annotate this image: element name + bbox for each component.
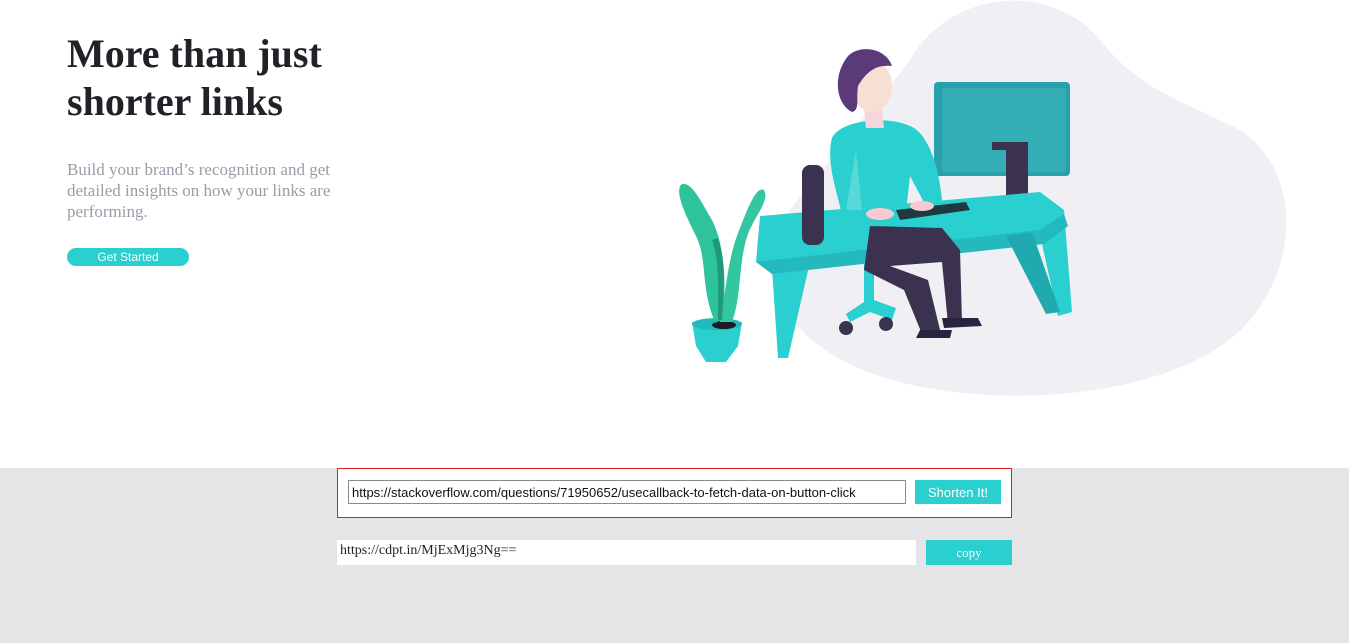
hero-section: More than just shorter links Build your … (0, 0, 1349, 468)
chair-back (802, 165, 824, 245)
hero-subtitle: Build your brand’s recognition and get d… (67, 160, 331, 221)
shortener-section: Shorten It! https://cdpt.in/MjExMjg3Ng==… (0, 468, 1349, 643)
hero-text: More than just shorter links Build your … (67, 30, 367, 222)
result-row: https://cdpt.in/MjExMjg3Ng== copy (337, 540, 1012, 565)
get-started-button[interactable]: Get Started (67, 248, 189, 266)
shorten-button[interactable]: Shorten It! (915, 480, 1001, 504)
hero-title-line2: shorter links (67, 79, 283, 124)
url-input[interactable] (348, 480, 906, 504)
hero-title: More than just shorter links (67, 30, 367, 126)
copy-button[interactable]: copy (926, 540, 1012, 565)
shorten-form: Shorten It! (337, 468, 1012, 518)
hero-title-line1: More than just (67, 31, 322, 76)
person-working-at-desk-illustration (679, 0, 1287, 396)
short-url-output: https://cdpt.in/MjExMjg3Ng== (337, 540, 916, 565)
